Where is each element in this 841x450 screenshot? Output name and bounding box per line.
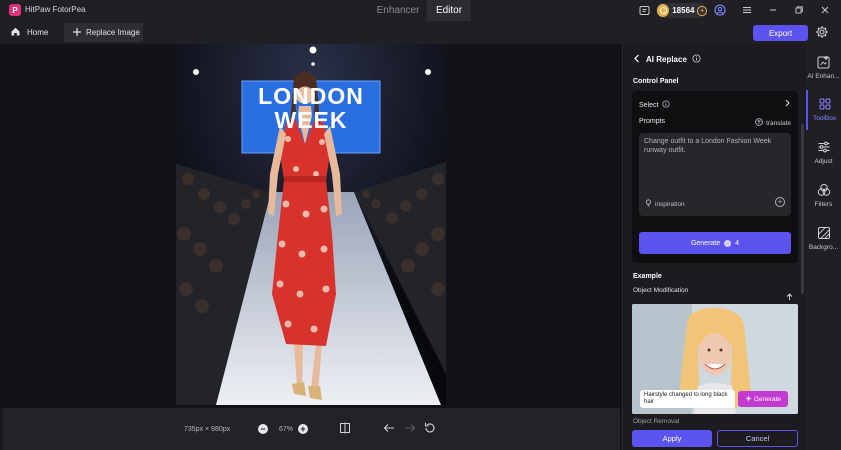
runway-sign: LONDON WEEK xyxy=(242,84,380,132)
back-icon[interactable] xyxy=(633,54,641,65)
translate-icon xyxy=(755,118,763,128)
example-generate-button[interactable]: Generate xyxy=(738,391,788,407)
sparkle-icon xyxy=(745,395,752,404)
generate-button[interactable]: Generate 4 xyxy=(639,232,791,254)
rail-label-ai-enhancer: AI Enhan... xyxy=(807,73,840,80)
home-icon xyxy=(10,26,21,39)
panel-title: AI Replace xyxy=(646,55,687,64)
ai-replace-panel: AI Replace Control Panel Select Prompts xyxy=(622,44,806,450)
rail-item-toolbox[interactable]: ToolBox xyxy=(806,90,841,130)
rail-label-toolbox: ToolBox xyxy=(812,115,837,122)
apply-button[interactable]: Apply xyxy=(632,430,712,447)
sign-line-1: LONDON xyxy=(258,83,364,109)
home-label: Home xyxy=(27,28,49,37)
rail-item-adjust[interactable]: Adjust xyxy=(806,133,841,173)
info-icon[interactable] xyxy=(692,54,701,65)
rail-label-background: Backgro... xyxy=(808,244,839,251)
canvas-bottom-bar: 735px × 980px − 67% + xyxy=(3,408,620,450)
menu-icon[interactable] xyxy=(741,4,753,16)
minimize-icon[interactable] xyxy=(767,4,779,16)
adjust-icon xyxy=(816,139,832,155)
home-button[interactable]: Home xyxy=(10,24,48,41)
credits-value: 18564 xyxy=(672,6,695,15)
credit-cost-icon xyxy=(724,239,732,247)
generate-cost: 4 xyxy=(735,239,740,247)
rail-item-ai-enhancer[interactable]: AI Enhan... xyxy=(806,48,841,88)
add-prompt-icon[interactable]: + xyxy=(775,197,785,207)
panel-scrollbar[interactable] xyxy=(801,124,804,294)
compare-icon[interactable] xyxy=(338,421,352,435)
select-info-icon[interactable] xyxy=(662,100,671,110)
zoom-level: 67% xyxy=(279,426,294,433)
panel-header: AI Replace xyxy=(633,54,701,65)
app-logo: P xyxy=(9,4,21,16)
inspiration-label: inspiration xyxy=(655,200,685,208)
chevron-right-icon[interactable] xyxy=(784,99,791,109)
cancel-button[interactable]: Cancel xyxy=(717,430,798,447)
generate-label: Generate xyxy=(690,239,721,247)
background-icon xyxy=(816,225,832,241)
sign-line-2: WEEK xyxy=(274,107,348,133)
notification-icon[interactable] xyxy=(638,4,650,16)
export-button[interactable]: Export xyxy=(753,25,808,41)
tab-enhancer[interactable]: Enhancer xyxy=(368,0,428,21)
replace-image-label: Replace Image xyxy=(86,28,140,37)
rail-label-filters: Filters xyxy=(814,201,833,208)
settings-icon[interactable] xyxy=(815,25,829,39)
prompt-textarea[interactable]: Change outfit to a London Fashion Week r… xyxy=(639,133,791,216)
toolbox-icon xyxy=(817,96,833,112)
rail-label-adjust: Adjust xyxy=(814,158,833,165)
prompt-text: Change outfit to a London Fashion Week r… xyxy=(644,138,772,154)
toolbar: Home Replace Image Export xyxy=(0,21,841,44)
next-example-label: Object Removal xyxy=(633,418,680,425)
example-generate-label: Generate xyxy=(753,395,782,403)
app-window: P HitPaw FotorPea Enhancer Editor 18564 … xyxy=(0,0,841,450)
redo-icon[interactable] xyxy=(403,421,417,435)
example-heading: Example xyxy=(633,273,662,280)
lightbulb-icon xyxy=(645,199,652,209)
app-title: HitPaw FotorPea xyxy=(25,5,86,14)
restore-icon[interactable] xyxy=(793,4,805,16)
rail-item-filters[interactable]: Filters xyxy=(806,176,841,216)
select-row[interactable]: Select xyxy=(639,99,791,110)
filters-icon xyxy=(816,182,832,198)
close-icon[interactable] xyxy=(819,4,831,16)
example-caption: Hairstyle changed to long black hair xyxy=(640,390,735,408)
prompts-row: Prompts translate xyxy=(639,118,791,128)
inspiration-button[interactable]: inspiration xyxy=(645,199,685,209)
translate-button[interactable]: translate xyxy=(755,118,791,128)
control-panel: Select Prompts translate Change outfit t… xyxy=(632,91,798,263)
add-credits-icon[interactable]: + xyxy=(697,5,707,16)
account-icon[interactable] xyxy=(714,4,726,16)
select-label: Select xyxy=(639,101,659,109)
ai-enhancer-icon xyxy=(816,54,832,70)
prompts-label: Prompts xyxy=(639,118,666,125)
tool-rail: AI Enhan... ToolBox Adjust Filters Backg… xyxy=(806,44,841,450)
translate-label: translate xyxy=(766,119,791,127)
plus-icon xyxy=(72,27,82,39)
tab-editor[interactable]: Editor xyxy=(427,0,471,21)
control-panel-label: Control Panel xyxy=(633,78,679,85)
zoom-in-button[interactable]: + xyxy=(298,424,308,434)
coin-icon xyxy=(657,4,670,17)
example-image: Hairstyle changed to long black hair Gen… xyxy=(632,304,798,414)
replace-image-button[interactable]: Replace Image xyxy=(64,23,143,42)
credits-badge[interactable]: 18564 + xyxy=(656,3,707,18)
title-bar: P HitPaw FotorPea Enhancer Editor 18564 … xyxy=(0,0,841,21)
image-dimensions: 735px × 980px xyxy=(184,426,231,433)
undo-icon[interactable] xyxy=(382,421,396,435)
reset-icon[interactable] xyxy=(423,421,437,435)
object-modification-label: Object Modification xyxy=(633,287,689,294)
rail-item-background[interactable]: Backgro... xyxy=(806,219,841,259)
zoom-out-button[interactable]: − xyxy=(258,424,268,434)
